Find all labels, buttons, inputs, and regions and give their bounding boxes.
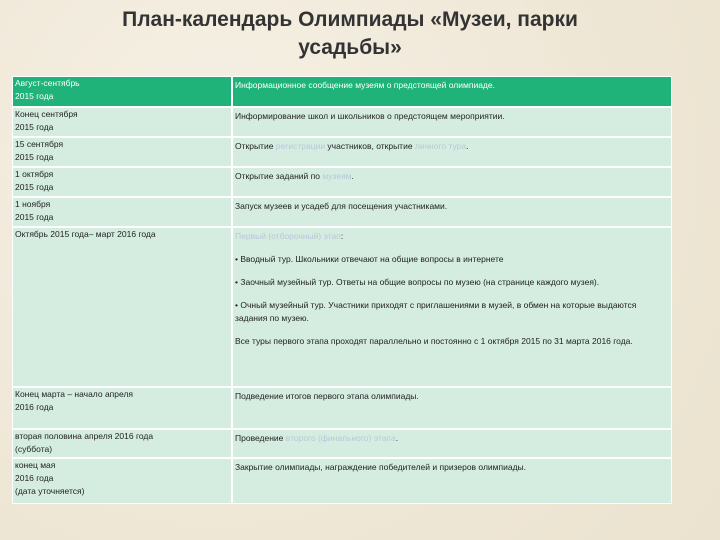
text-fragment: . bbox=[351, 171, 354, 181]
description-text: Открытие заданий по музеям. bbox=[235, 168, 669, 183]
date-line: конец мая bbox=[15, 460, 56, 470]
list-item-text: Заочный музейный тур. Ответы на общие во… bbox=[240, 277, 600, 287]
date-cell: Конец сентября 2015 года bbox=[12, 107, 232, 137]
registration-link[interactable]: регистрации bbox=[276, 141, 325, 151]
museums-link[interactable]: музеям bbox=[322, 171, 351, 181]
description-text: Закрытие олимпиады, награждение победите… bbox=[235, 462, 527, 472]
description-text: Открытие регистрации участников, открыти… bbox=[235, 138, 669, 153]
date-line: 2016 года bbox=[15, 402, 54, 412]
description-text: Первый (отборочный) этап: bbox=[235, 228, 669, 243]
text-fragment: Проведение bbox=[235, 433, 286, 443]
description-cell: Первый (отборочный) этап: • Вводный тур.… bbox=[232, 227, 672, 387]
description-cell: Информационное сообщение музеям о предст… bbox=[232, 76, 672, 107]
list-item-text: Вводный тур. Школьники отвечают на общие… bbox=[240, 254, 504, 264]
text-fragment: Открытие заданий по bbox=[235, 171, 323, 181]
note-text: Все туры первого этапа проходят параллел… bbox=[235, 336, 633, 346]
date-line: Октябрь 2015 года– март 2016 года bbox=[15, 229, 156, 239]
description-text: Подведение итогов первого этапа олимпиад… bbox=[235, 391, 419, 401]
description-text: Запуск музеев и усадеб для посещения уча… bbox=[235, 201, 448, 211]
list-item: • Заочный музейный тур. Ответы на общие … bbox=[235, 277, 600, 287]
date-cell: 1 ноября 2015 года bbox=[12, 197, 232, 227]
description-cell: Открытие регистрации участников, открыти… bbox=[232, 137, 672, 167]
description-cell: Информирование школ и школьников о предс… bbox=[232, 107, 672, 137]
description-text: Проведение второго (финального) этапа. bbox=[235, 430, 669, 445]
table-row: 1 октября 2015 года Открытие заданий по … bbox=[12, 167, 672, 197]
table-row: Конец сентября 2015 года Информирование … bbox=[12, 107, 672, 137]
date-line: 2015 года bbox=[15, 152, 54, 162]
text-fragment: . bbox=[395, 433, 399, 443]
description-text: Информационное сообщение музеям о предст… bbox=[235, 80, 495, 90]
personal-tour-link[interactable]: личного тура bbox=[415, 141, 466, 151]
table-row: 15 сентября 2015 года Открытие регистрац… bbox=[12, 137, 672, 167]
date-cell: вторая половина апреля 2016 года (суббот… bbox=[12, 429, 232, 458]
text-fragment: Открытие bbox=[235, 141, 276, 151]
date-cell: Август-сентябрь 2015 года bbox=[12, 76, 232, 107]
date-cell: Октябрь 2015 года– март 2016 года bbox=[12, 227, 232, 387]
page-title: План-календарь Олимпиады «Музеи, парки у… bbox=[122, 8, 578, 59]
description-text: Информирование школ и школьников о предс… bbox=[235, 111, 505, 121]
date-line: Август-сентябрь bbox=[15, 78, 80, 88]
first-stage-link[interactable]: Первый (отборочный) этап bbox=[235, 231, 341, 241]
description-cell: Открытие заданий по музеям. bbox=[232, 167, 672, 197]
table-row: 1 ноября 2015 года Запуск музеев и усаде… bbox=[12, 197, 672, 227]
date-line: 1 ноября bbox=[15, 199, 51, 209]
date-line: 2015 года bbox=[15, 91, 54, 101]
date-line: Конец марта – начало апреля bbox=[15, 389, 134, 399]
date-cell: конец мая 2016 года (дата уточняется) bbox=[12, 458, 232, 504]
date-cell: 15 сентября 2015 года bbox=[12, 137, 232, 167]
date-line: 2015 года bbox=[15, 182, 54, 192]
text-fragment: участников, открытие bbox=[325, 141, 415, 151]
schedule-table: Август-сентябрь 2015 года Информационное… bbox=[12, 76, 672, 504]
date-line: (дата уточняется) bbox=[15, 486, 85, 496]
table-row: Конец марта – начало апреля 2016 года По… bbox=[12, 387, 672, 429]
table-row: Октябрь 2015 года– март 2016 года Первый… bbox=[12, 227, 672, 387]
list-item: • Очный музейный тур. Участники приходят… bbox=[235, 300, 637, 323]
date-line: 2015 года bbox=[15, 212, 54, 222]
table-row: конец мая 2016 года (дата уточняется) За… bbox=[12, 458, 672, 504]
text-fragment: : bbox=[340, 231, 344, 241]
text-fragment: . bbox=[466, 141, 469, 151]
list-item: • Вводный тур. Школьники отвечают на общ… bbox=[235, 254, 504, 264]
date-line: (суббота) bbox=[15, 444, 53, 454]
date-cell: 1 октября 2015 года bbox=[12, 167, 232, 197]
list-item-text: Очный музейный тур. Участники приходят с… bbox=[235, 300, 637, 323]
description-cell: Проведение второго (финального) этапа. bbox=[232, 429, 672, 458]
description-cell: Закрытие олимпиады, награждение победите… bbox=[232, 458, 672, 504]
date-line: 15 сентября bbox=[15, 139, 64, 149]
date-line: 2015 года bbox=[15, 122, 54, 132]
date-line: Конец сентября bbox=[15, 109, 78, 119]
description-cell: Подведение итогов первого этапа олимпиад… bbox=[232, 387, 672, 429]
table-row: Август-сентябрь 2015 года Информационное… bbox=[12, 76, 672, 107]
final-stage-link[interactable]: второго (финального) этапа bbox=[286, 433, 396, 443]
date-line: 2016 года bbox=[15, 473, 54, 483]
date-line: вторая половина апреля 2016 года bbox=[15, 431, 154, 441]
date-line: 1 октября bbox=[15, 169, 54, 179]
description-cell: Запуск музеев и усадеб для посещения уча… bbox=[232, 197, 672, 227]
table-row: вторая половина апреля 2016 года (суббот… bbox=[12, 429, 672, 458]
date-cell: Конец марта – начало апреля 2016 года bbox=[12, 387, 232, 429]
